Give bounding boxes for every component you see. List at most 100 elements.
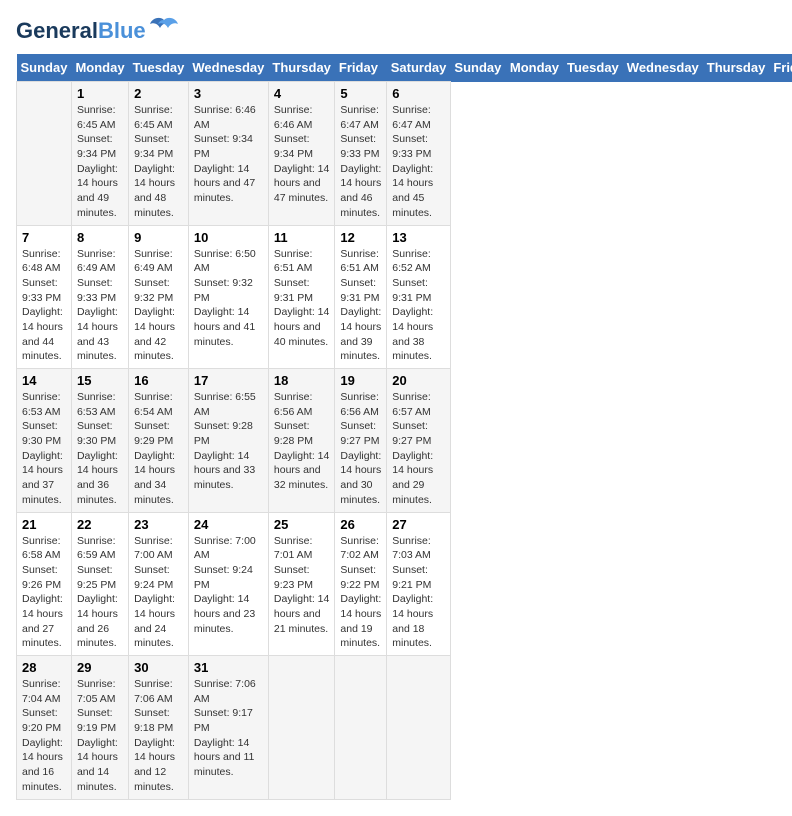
day-number: 5 <box>340 86 381 101</box>
day-cell: 28 Sunrise: 7:04 AMSunset: 9:20 PMDayligh… <box>17 656 72 800</box>
day-cell: 5 Sunrise: 6:47 AMSunset: 9:33 PMDaylight… <box>335 82 387 226</box>
day-cell: 20 Sunrise: 6:57 AMSunset: 9:27 PMDayligh… <box>387 369 451 513</box>
col-header-monday: Monday <box>506 54 563 82</box>
day-cell: 10Sunrise: 6:50 AMSunset: 9:32 PMDayligh… <box>188 225 268 369</box>
day-number: 27 <box>392 517 445 532</box>
day-cell: 4 Sunrise: 6:46 AMSunset: 9:34 PMDaylight… <box>268 82 335 226</box>
day-info: Sunrise: 6:54 AMSunset: 9:29 PMDaylight:… <box>134 390 183 508</box>
col-header-wednesday: Wednesday <box>623 54 703 82</box>
day-info: Sunrise: 6:58 AMSunset: 9:26 PMDaylight:… <box>22 534 66 652</box>
day-number: 6 <box>392 86 445 101</box>
day-number: 29 <box>77 660 123 675</box>
day-number: 4 <box>274 86 330 101</box>
day-info: Sunrise: 7:05 AMSunset: 9:19 PMDaylight:… <box>77 677 123 795</box>
col-header-tuesday: Tuesday <box>563 54 623 82</box>
day-number: 24 <box>194 517 263 532</box>
day-info: Sunrise: 6:47 AMSunset: 9:33 PMDaylight:… <box>392 103 445 221</box>
day-info: Sunrise: 6:49 AMSunset: 9:33 PMDaylight:… <box>77 247 123 365</box>
page-header: GeneralBlue <box>16 16 776 46</box>
week-row-5: 28 Sunrise: 7:04 AMSunset: 9:20 PMDayligh… <box>17 656 792 800</box>
day-cell: 11Sunrise: 6:51 AMSunset: 9:31 PMDayligh… <box>268 225 335 369</box>
day-cell: 14Sunrise: 6:53 AMSunset: 9:30 PMDayligh… <box>17 369 72 513</box>
day-cell: 6 Sunrise: 6:47 AMSunset: 9:33 PMDaylight… <box>387 82 451 226</box>
header-wednesday: Wednesday <box>188 54 268 82</box>
day-info: Sunrise: 6:52 AMSunset: 9:31 PMDaylight:… <box>392 247 445 365</box>
day-number: 17 <box>194 373 263 388</box>
day-cell: 21 Sunrise: 6:58 AMSunset: 9:26 PMDayligh… <box>17 512 72 656</box>
day-info: Sunrise: 6:57 AMSunset: 9:27 PMDaylight:… <box>392 390 445 508</box>
day-cell: 29 Sunrise: 7:05 AMSunset: 9:19 PMDayligh… <box>71 656 128 800</box>
day-number: 18 <box>274 373 330 388</box>
col-header-thursday: Thursday <box>703 54 770 82</box>
day-number: 13 <box>392 230 445 245</box>
day-number: 12 <box>340 230 381 245</box>
day-cell: 27 Sunrise: 7:03 AMSunset: 9:21 PMDayligh… <box>387 512 451 656</box>
col-header-friday: Friday <box>769 54 792 82</box>
col-header-sunday: Sunday <box>450 54 505 82</box>
day-info: Sunrise: 6:46 AMSunset: 9:34 PMDaylight:… <box>274 103 330 206</box>
day-number: 26 <box>340 517 381 532</box>
header-thursday: Thursday <box>268 54 335 82</box>
day-number: 1 <box>77 86 123 101</box>
day-number: 9 <box>134 230 183 245</box>
day-cell <box>335 656 387 800</box>
day-number: 20 <box>392 373 445 388</box>
calendar-header-row: SundayMondayTuesdayWednesdayThursdayFrid… <box>17 54 792 82</box>
day-cell: 16Sunrise: 6:54 AMSunset: 9:29 PMDayligh… <box>129 369 189 513</box>
day-number: 19 <box>340 373 381 388</box>
day-cell: 25 Sunrise: 7:01 AMSunset: 9:23 PMDayligh… <box>268 512 335 656</box>
day-number: 15 <box>77 373 123 388</box>
day-info: Sunrise: 7:00 AMSunset: 9:24 PMDaylight:… <box>134 534 183 652</box>
day-info: Sunrise: 7:01 AMSunset: 9:23 PMDaylight:… <box>274 534 330 637</box>
day-number: 8 <box>77 230 123 245</box>
day-cell: 18 Sunrise: 6:56 AMSunset: 9:28 PMDayligh… <box>268 369 335 513</box>
day-number: 25 <box>274 517 330 532</box>
day-cell: 9 Sunrise: 6:49 AMSunset: 9:32 PMDaylight… <box>129 225 189 369</box>
day-info: Sunrise: 6:59 AMSunset: 9:25 PMDaylight:… <box>77 534 123 652</box>
day-number: 10 <box>194 230 263 245</box>
day-cell: 24 Sunrise: 7:00 AMSunset: 9:24 PMDayligh… <box>188 512 268 656</box>
day-number: 23 <box>134 517 183 532</box>
day-info: Sunrise: 6:56 AMSunset: 9:28 PMDaylight:… <box>274 390 330 493</box>
week-row-2: 7Sunrise: 6:48 AMSunset: 9:33 PMDaylight… <box>17 225 792 369</box>
day-info: Sunrise: 6:48 AMSunset: 9:33 PMDaylight:… <box>22 247 66 365</box>
day-cell: 3Sunrise: 6:46 AMSunset: 9:34 PMDaylight… <box>188 82 268 226</box>
day-info: Sunrise: 7:04 AMSunset: 9:20 PMDaylight:… <box>22 677 66 795</box>
day-number: 14 <box>22 373 66 388</box>
day-cell: 31Sunrise: 7:06 AMSunset: 9:17 PMDayligh… <box>188 656 268 800</box>
day-info: Sunrise: 7:06 AMSunset: 9:17 PMDaylight:… <box>194 677 263 780</box>
day-cell: 13 Sunrise: 6:52 AMSunset: 9:31 PMDayligh… <box>387 225 451 369</box>
day-info: Sunrise: 6:51 AMSunset: 9:31 PMDaylight:… <box>340 247 381 365</box>
day-info: Sunrise: 7:00 AMSunset: 9:24 PMDaylight:… <box>194 534 263 637</box>
calendar-table: SundayMondayTuesdayWednesdayThursdayFrid… <box>16 54 792 800</box>
day-cell: 1Sunrise: 6:45 AMSunset: 9:34 PMDaylight… <box>71 82 128 226</box>
week-row-1: 1 Sunrise: 6:45 AMSunset: 9:34 PMDaylight… <box>17 82 792 226</box>
day-info: Sunrise: 6:47 AMSunset: 9:33 PMDaylight:… <box>340 103 381 221</box>
day-info: Sunrise: 6:53 AMSunset: 9:30 PMDaylight:… <box>77 390 123 508</box>
day-number: 21 <box>22 517 66 532</box>
day-info: Sunrise: 6:55 AMSunset: 9:28 PMDaylight:… <box>194 390 263 493</box>
day-number: 11 <box>274 230 330 245</box>
week-row-4: 21 Sunrise: 6:58 AMSunset: 9:26 PMDayligh… <box>17 512 792 656</box>
day-number: 28 <box>22 660 66 675</box>
day-cell <box>268 656 335 800</box>
header-friday: Friday <box>335 54 387 82</box>
day-info: Sunrise: 6:56 AMSunset: 9:27 PMDaylight:… <box>340 390 381 508</box>
header-monday: Monday <box>71 54 128 82</box>
day-info: Sunrise: 6:46 AMSunset: 9:34 PMDaylight:… <box>194 103 263 206</box>
day-info: Sunrise: 7:03 AMSunset: 9:21 PMDaylight:… <box>392 534 445 652</box>
day-info: Sunrise: 6:45 AMSunset: 9:34 PMDaylight:… <box>134 103 183 221</box>
day-cell: 19 Sunrise: 6:56 AMSunset: 9:27 PMDayligh… <box>335 369 387 513</box>
day-cell: 23 Sunrise: 7:00 AMSunset: 9:24 PMDayligh… <box>129 512 189 656</box>
day-info: Sunrise: 6:49 AMSunset: 9:32 PMDaylight:… <box>134 247 183 365</box>
day-cell: 7Sunrise: 6:48 AMSunset: 9:33 PMDaylight… <box>17 225 72 369</box>
day-info: Sunrise: 7:02 AMSunset: 9:22 PMDaylight:… <box>340 534 381 652</box>
logo-text: GeneralBlue <box>16 18 146 43</box>
day-cell: 12 Sunrise: 6:51 AMSunset: 9:31 PMDayligh… <box>335 225 387 369</box>
day-cell: 17 Sunrise: 6:55 AMSunset: 9:28 PMDayligh… <box>188 369 268 513</box>
day-number: 30 <box>134 660 183 675</box>
day-cell: 26 Sunrise: 7:02 AMSunset: 9:22 PMDayligh… <box>335 512 387 656</box>
week-row-3: 14 Sunrise: 6:53 AMSunset: 9:30 PMDayligh… <box>17 369 792 513</box>
day-cell: 8 Sunrise: 6:49 AMSunset: 9:33 PMDaylight… <box>71 225 128 369</box>
day-info: Sunrise: 7:06 AMSunset: 9:18 PMDaylight:… <box>134 677 183 795</box>
